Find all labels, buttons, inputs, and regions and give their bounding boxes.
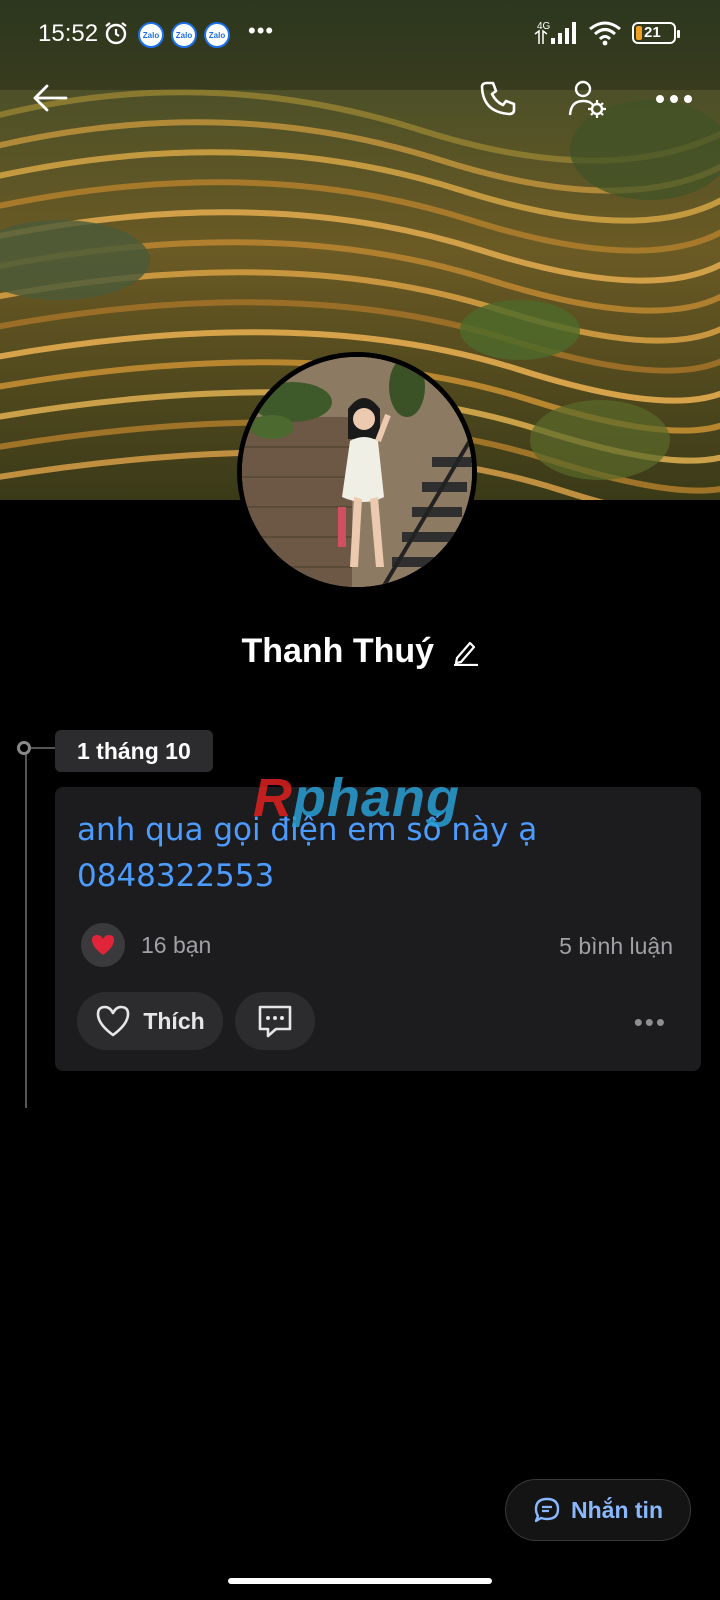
watermark-logo: Rphang xyxy=(253,768,460,828)
wifi-icon xyxy=(588,20,622,51)
profile-name: Thanh Thuý xyxy=(241,632,435,670)
user-settings-icon xyxy=(568,80,606,118)
alarm-icon xyxy=(103,20,129,51)
chat-bubble-icon xyxy=(534,1497,560,1523)
reaction-summary[interactable]: 16 bạn xyxy=(81,923,211,967)
comment-button[interactable] xyxy=(235,992,315,1050)
comments-count[interactable]: 5 bình luận xyxy=(559,933,673,960)
comment-icon xyxy=(258,1005,292,1038)
timeline-line xyxy=(25,748,27,1108)
profile-settings-button[interactable] xyxy=(566,78,610,120)
call-button[interactable] xyxy=(476,78,520,118)
timeline-dot xyxy=(17,741,31,755)
profile-avatar[interactable] xyxy=(237,352,477,592)
arrow-left-icon xyxy=(33,84,68,112)
more-horizontal-icon xyxy=(656,95,692,103)
timeline-connector xyxy=(31,747,55,749)
back-button[interactable] xyxy=(28,78,72,118)
heart-icon xyxy=(81,923,125,967)
more-options-button[interactable] xyxy=(652,84,696,114)
zalo-notification-icon: Zalo xyxy=(171,22,197,48)
status-time: 15:52 xyxy=(38,20,99,47)
profile-name-row: Thanh Thuý xyxy=(0,632,720,674)
send-message-button[interactable]: Nhắn tin xyxy=(505,1479,691,1541)
timeline-date-chip: 1 tháng 10 xyxy=(55,730,213,772)
more-notifications-icon: ••• xyxy=(248,18,275,43)
send-message-label: Nhắn tin xyxy=(571,1496,663,1523)
post-phone-number[interactable]: 0848322553 xyxy=(77,853,677,899)
likes-count: 16 bạn xyxy=(141,931,212,958)
phone-icon xyxy=(480,81,516,116)
heart-outline-icon xyxy=(97,1005,130,1037)
like-button-label: Thích xyxy=(143,1007,205,1034)
battery-icon: 21 xyxy=(632,22,680,44)
battery-level: 21 xyxy=(644,24,661,41)
post-more-button[interactable]: ••• xyxy=(634,1007,667,1038)
pencil-icon xyxy=(453,642,478,667)
zalo-notification-icon: Zalo xyxy=(204,22,230,48)
status-bar: 15:52 Zalo Zalo Zalo ••• 4G 21 xyxy=(0,0,720,70)
zalo-notification-icon: Zalo xyxy=(138,22,164,48)
cellular-signal-icon: 4G xyxy=(533,20,581,51)
like-button[interactable]: Thích xyxy=(77,992,223,1050)
edit-name-button[interactable] xyxy=(453,638,479,671)
post-card[interactable]: anh qua gọi điện em số này ạ 0848322553 … xyxy=(55,768,701,1071)
home-indicator[interactable] xyxy=(228,1578,492,1584)
